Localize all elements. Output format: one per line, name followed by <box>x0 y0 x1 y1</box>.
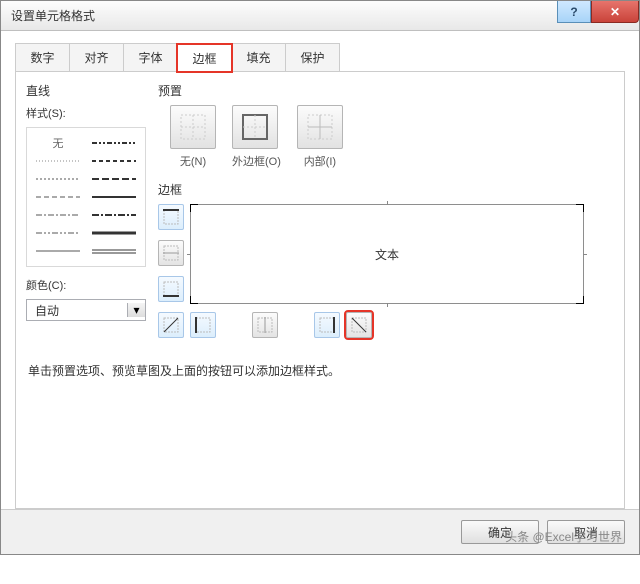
border-left-button[interactable] <box>190 312 216 338</box>
tab-font[interactable]: 字体 <box>123 43 178 71</box>
border-diag-down-button[interactable] <box>158 312 184 338</box>
preset-inside-icon <box>306 113 334 141</box>
style-med-dashdot[interactable] <box>89 209 139 221</box>
line-heading: 直线 <box>26 82 146 99</box>
style-dashed[interactable] <box>33 191 83 203</box>
color-label: 颜色(C): <box>26 277 146 293</box>
tab-border[interactable]: 边框 <box>177 44 232 72</box>
style-dotted[interactable] <box>33 173 83 185</box>
preset-none-button[interactable] <box>170 105 216 149</box>
tab-protection[interactable]: 保护 <box>285 43 340 71</box>
chevron-down-icon[interactable]: ▾ <box>127 303 145 317</box>
tab-strip: 数字 对齐 字体 边框 填充 保护 <box>15 43 625 72</box>
preset-inside-button[interactable] <box>297 105 343 149</box>
preset-outline-icon <box>241 113 269 141</box>
style-dashdotdot[interactable] <box>33 227 83 239</box>
preset-outline-label: 外边框(O) <box>232 153 281 169</box>
close-button[interactable]: ✕ <box>591 1 639 23</box>
preset-none-icon <box>179 113 207 141</box>
line-style-picker[interactable]: 无 <box>26 127 146 267</box>
style-med-dashdotdot[interactable] <box>89 137 139 149</box>
tab-body: 直线 样式(S): 无 <box>15 72 625 509</box>
preset-outline-button[interactable] <box>232 105 278 149</box>
style-thin[interactable] <box>33 245 83 257</box>
preset-inside-label: 内部(I) <box>297 153 343 169</box>
tab-number[interactable]: 数字 <box>15 43 70 71</box>
style-slant[interactable] <box>89 155 139 167</box>
help-button[interactable]: ? <box>557 1 591 23</box>
border-diag-up-button[interactable] <box>346 312 372 338</box>
preview-text: 文本 <box>375 246 399 263</box>
border-top-button[interactable] <box>158 204 184 230</box>
color-dropdown[interactable]: 自动 ▾ <box>26 299 146 321</box>
border-bottom-button[interactable] <box>158 276 184 302</box>
border-middle-h-button[interactable] <box>158 240 184 266</box>
preset-heading: 预置 <box>158 82 614 99</box>
titlebar: 设置单元格格式 ? ✕ <box>1 1 639 31</box>
style-label: 样式(S): <box>26 105 146 121</box>
style-dotted-fine[interactable] <box>33 155 83 167</box>
style-dashdot[interactable] <box>33 209 83 221</box>
style-medium[interactable] <box>89 191 139 203</box>
border-preview[interactable]: 文本 <box>190 204 584 304</box>
tab-fill[interactable]: 填充 <box>231 43 286 71</box>
watermark: 头条 @Excel学习世界 <box>505 528 622 545</box>
window-title: 设置单元格格式 <box>11 7 95 24</box>
style-double[interactable] <box>89 245 139 257</box>
style-thick[interactable] <box>89 227 139 239</box>
border-heading: 边框 <box>158 181 614 198</box>
tab-alignment[interactable]: 对齐 <box>69 43 124 71</box>
style-med-dash[interactable] <box>89 173 139 185</box>
style-none[interactable]: 无 <box>53 135 64 151</box>
border-middle-v-button[interactable] <box>252 312 278 338</box>
hint-text: 单击预置选项、预览草图及上面的按钮可以添加边框样式。 <box>28 362 614 379</box>
color-value: 自动 <box>27 302 127 319</box>
preset-none-label: 无(N) <box>170 153 216 169</box>
border-right-button[interactable] <box>314 312 340 338</box>
